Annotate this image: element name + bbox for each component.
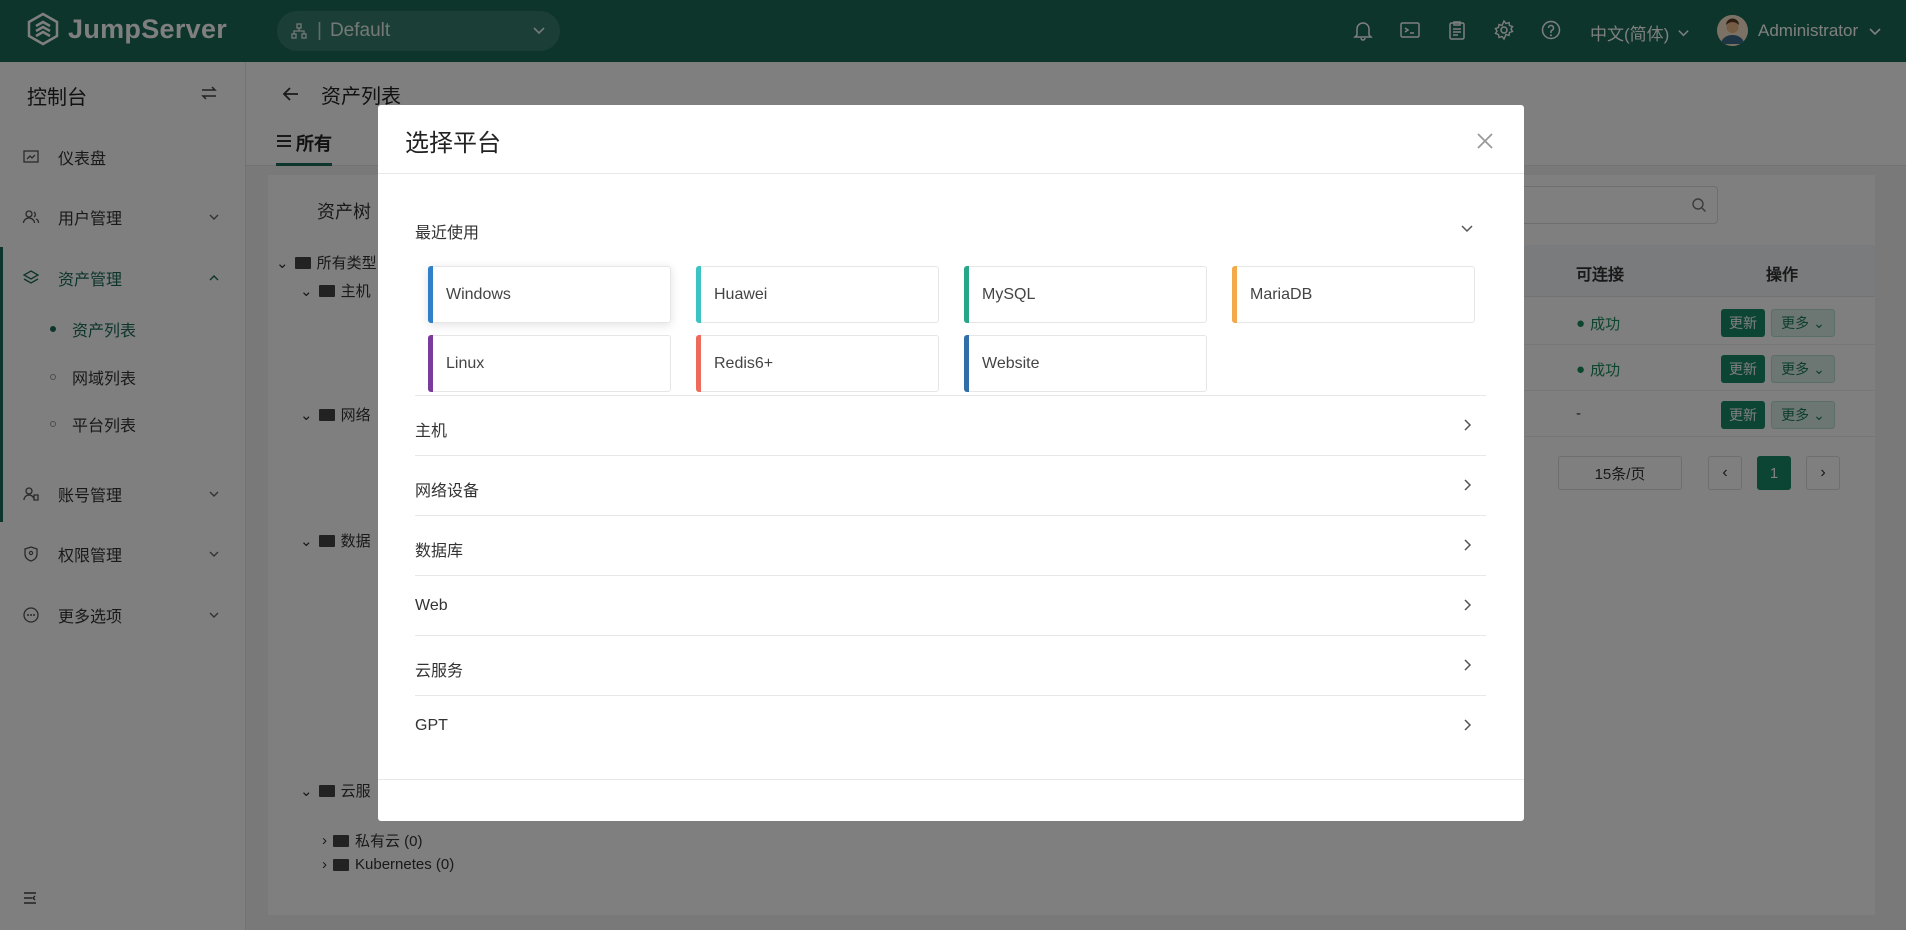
platform-card-redis[interactable]: Redis6+ xyxy=(696,335,939,392)
platform-color-bar xyxy=(964,266,969,323)
platform-color-bar xyxy=(428,335,433,392)
category-label: 数据库 xyxy=(415,543,464,560)
divider xyxy=(378,173,1524,174)
platform-category-gpt[interactable]: GPT xyxy=(415,696,1486,756)
platform-category-database[interactable]: 数据库 xyxy=(415,516,1486,576)
platform-color-bar xyxy=(1232,266,1237,323)
platform-card-windows[interactable]: Windows xyxy=(428,266,671,323)
platform-name: MySQL xyxy=(982,285,1036,303)
recent-section-label[interactable]: 最近使用 xyxy=(415,219,479,243)
platform-card-huawei[interactable]: Huawei xyxy=(696,266,939,323)
platform-color-bar xyxy=(964,335,969,392)
platform-name: MariaDB xyxy=(1250,285,1313,303)
platform-color-bar xyxy=(428,266,433,323)
platform-category-web[interactable]: Web xyxy=(415,576,1486,636)
category-label: GPT xyxy=(415,717,448,734)
chevron-down-icon[interactable] xyxy=(1460,221,1474,235)
platform-card-website[interactable]: Website xyxy=(964,335,1207,392)
category-label: Web xyxy=(415,597,448,614)
platform-category-cloud[interactable]: 云服务 xyxy=(415,636,1486,696)
divider xyxy=(378,779,1524,780)
platform-name: Huawei xyxy=(714,285,768,303)
category-label: 网络设备 xyxy=(415,483,480,500)
category-label: 主机 xyxy=(415,423,448,440)
chevron-right-icon xyxy=(1462,538,1474,552)
platform-name: Website xyxy=(982,354,1040,372)
platform-name: Windows xyxy=(446,285,511,303)
select-platform-dialog: 选择平台 最近使用 Windows Huawei MySQL MariaDB L… xyxy=(378,105,1524,821)
dialog-title: 选择平台 xyxy=(405,130,501,157)
chevron-right-icon xyxy=(1462,478,1474,492)
chevron-right-icon xyxy=(1462,658,1474,672)
platform-category-network[interactable]: 网络设备 xyxy=(415,456,1486,516)
platform-category-host[interactable]: 主机 xyxy=(415,396,1486,456)
category-label: 云服务 xyxy=(415,663,464,680)
close-icon[interactable] xyxy=(1475,131,1495,151)
chevron-right-icon xyxy=(1462,598,1474,612)
platform-name: Redis6+ xyxy=(714,354,774,372)
platform-color-bar xyxy=(696,266,701,323)
chevron-right-icon xyxy=(1462,718,1474,732)
platform-color-bar xyxy=(696,335,701,392)
platform-name: Linux xyxy=(446,354,485,372)
platform-card-mysql[interactable]: MySQL xyxy=(964,266,1207,323)
chevron-right-icon xyxy=(1462,418,1474,432)
platform-card-mariadb[interactable]: MariaDB xyxy=(1232,266,1475,323)
platform-card-linux[interactable]: Linux xyxy=(428,335,671,392)
